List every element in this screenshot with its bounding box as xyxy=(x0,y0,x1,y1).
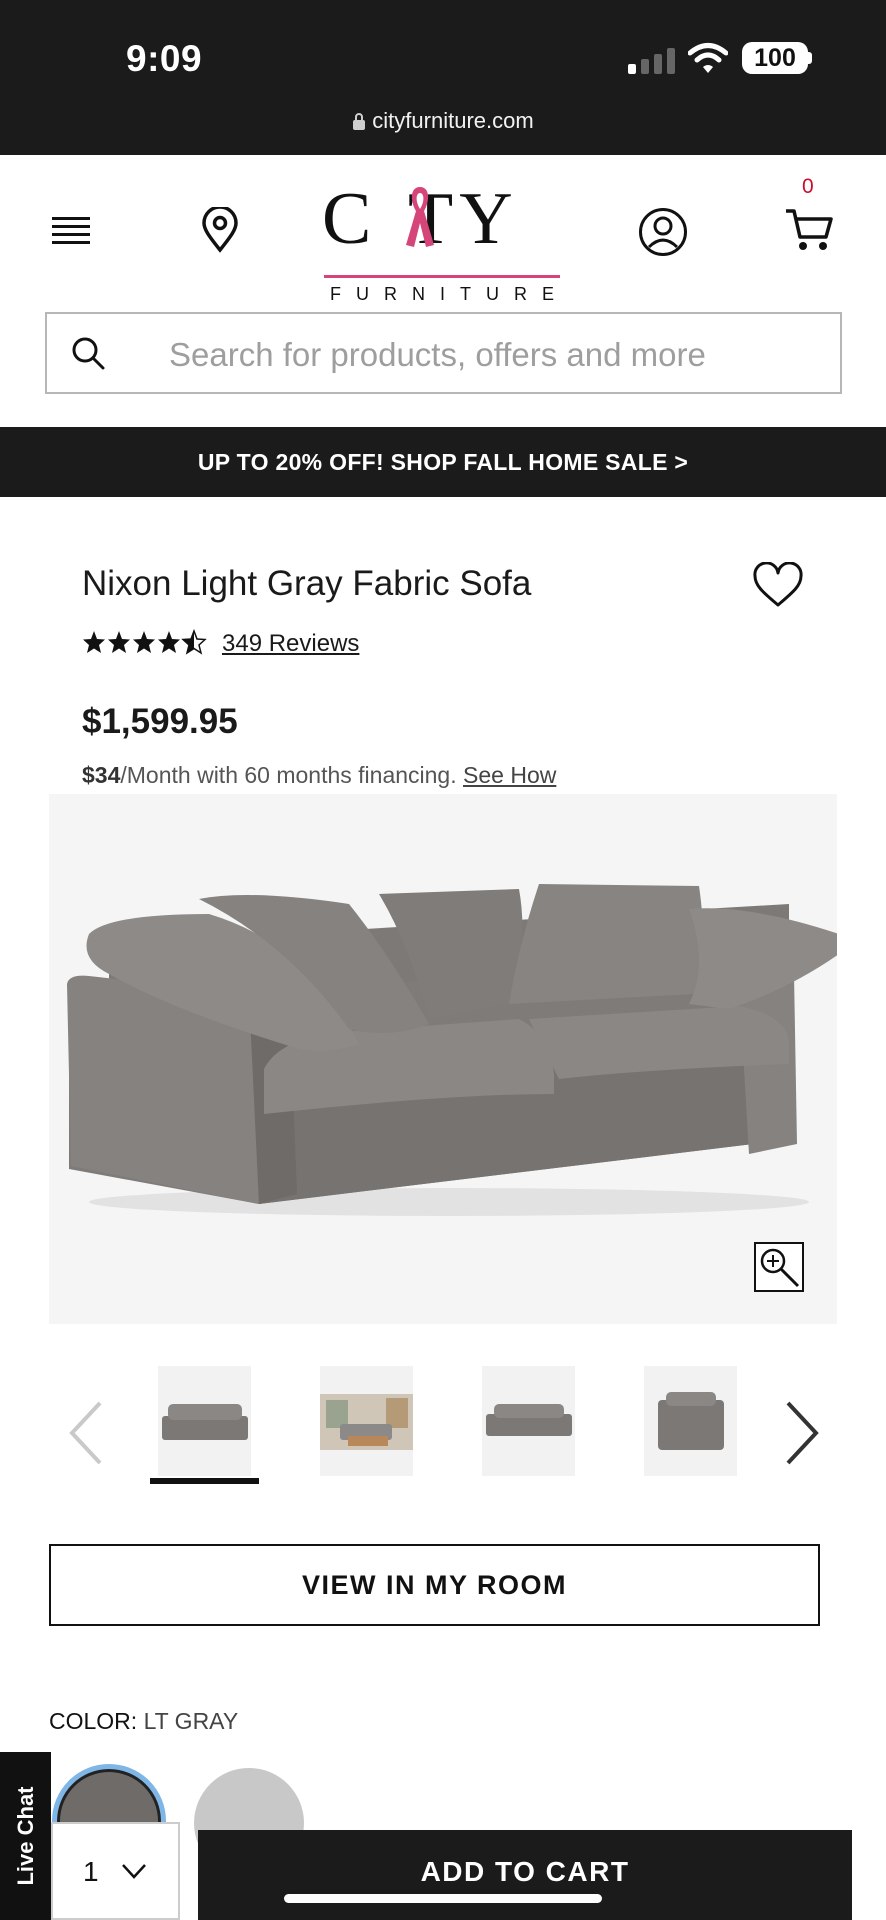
sofa-front-thumbnail-icon xyxy=(486,1404,572,1436)
quantity-value: 1 xyxy=(83,1856,99,1887)
search-placeholder: Search for products, offers and more xyxy=(169,336,706,373)
color-selector-label: COLOR: LT GRAY xyxy=(49,1708,238,1735)
status-time: 9:09 xyxy=(126,38,203,79)
live-chat-button[interactable]: Live Chat xyxy=(0,1752,51,1920)
thumbnail-1[interactable] xyxy=(158,1366,251,1476)
add-to-cart-button[interactable]: ADD TO CART xyxy=(198,1830,852,1920)
live-chat-label: Live Chat xyxy=(12,1786,38,1886)
chevron-right-icon[interactable] xyxy=(782,1400,822,1466)
site-header: CITY FURNITURE 0 xyxy=(0,155,886,304)
chevron-left-icon[interactable] xyxy=(66,1400,106,1466)
promo-banner[interactable]: UP TO 20% OFF! SHOP FALL HOME SALE > xyxy=(0,427,886,497)
product-main-image[interactable] xyxy=(49,794,837,1324)
home-indicator xyxy=(284,1894,602,1903)
thumbnail-2[interactable] xyxy=(320,1366,413,1476)
city-furniture-logo[interactable]: CITY FURNITURE xyxy=(318,179,568,304)
view-in-my-room-button[interactable]: VIEW IN MY ROOM xyxy=(49,1544,820,1626)
wifi-icon xyxy=(688,43,728,73)
sofa-thumbnail-icon xyxy=(162,1404,248,1440)
battery-tip xyxy=(808,52,812,64)
browser-chrome: 9:09 100 cityfurniture.com xyxy=(0,0,886,155)
sofa-side-thumbnail-icon xyxy=(658,1392,724,1450)
thumbnail-3[interactable] xyxy=(482,1366,575,1476)
pink-ribbon-icon xyxy=(406,187,434,247)
room-scene-thumbnail-icon xyxy=(320,1394,413,1450)
url-text: cityfurniture.com xyxy=(372,108,534,133)
financing-text: /Month with 60 months financing. xyxy=(120,762,457,788)
rating-stars xyxy=(83,630,206,654)
lock-icon xyxy=(353,113,366,130)
location-pin-icon[interactable] xyxy=(200,207,240,253)
heart-icon[interactable] xyxy=(752,562,804,608)
address-bar[interactable]: cityfurniture.com xyxy=(0,108,886,134)
active-thumbnail-indicator xyxy=(150,1478,259,1484)
thumbnail-4[interactable] xyxy=(644,1366,737,1476)
sofa-image xyxy=(67,884,837,1216)
battery-indicator: 100 xyxy=(742,42,808,74)
zoom-icon[interactable] xyxy=(754,1242,804,1292)
cart-icon[interactable] xyxy=(784,207,834,253)
color-value: LT GRAY xyxy=(143,1708,239,1734)
color-label-key: COLOR: xyxy=(49,1708,138,1734)
account-icon[interactable] xyxy=(638,207,688,257)
financing-amount: $34 xyxy=(82,762,121,788)
product-price: $1,599.95 xyxy=(82,702,238,741)
financing-info: $34/Month with 60 months financing. See … xyxy=(82,762,556,789)
search-input[interactable]: Search for products, offers and more xyxy=(45,312,842,394)
logo-underline xyxy=(324,275,560,278)
product-title: Nixon Light Gray Fabric Sofa xyxy=(82,564,532,603)
cell-signal-icon xyxy=(628,48,675,74)
menu-icon[interactable] xyxy=(52,213,92,247)
logo-subtitle: FURNITURE xyxy=(330,284,569,304)
quantity-select[interactable]: 1 xyxy=(51,1822,180,1920)
chevron-down-icon xyxy=(122,1864,146,1879)
see-how-link[interactable]: See How xyxy=(463,762,556,788)
cart-count-badge: 0 xyxy=(802,175,814,198)
reviews-link[interactable]: 349 Reviews xyxy=(222,630,359,658)
search-icon xyxy=(72,337,105,370)
